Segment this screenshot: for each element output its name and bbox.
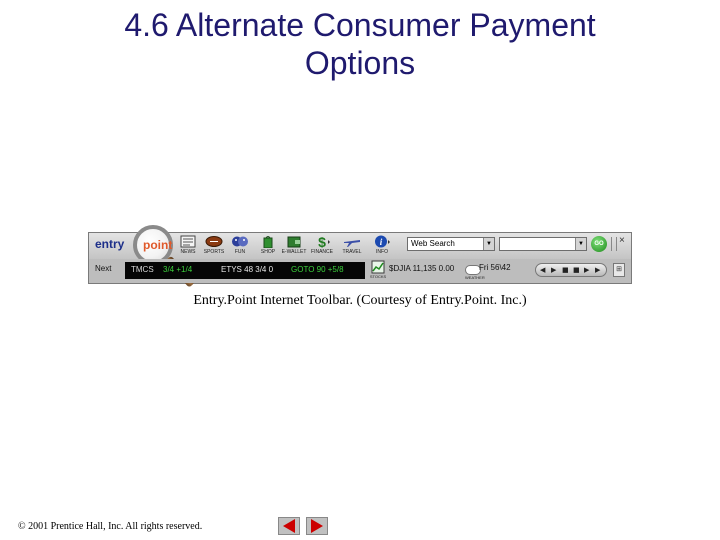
stop-icon[interactable]: ■ (562, 265, 569, 275)
info-label: INFO (376, 249, 388, 255)
rewind-icon[interactable]: ◀ (540, 265, 545, 275)
close-icon[interactable]: × (619, 235, 625, 246)
dow-index-readout: $DJIA 11,135 0.00 (389, 264, 455, 273)
football-icon (205, 236, 223, 247)
finance-label: FINANCE (311, 249, 333, 255)
search-history-chevron-down-icon[interactable]: ▼ (575, 238, 586, 250)
figure-caption: Entry.Point Internet Toolbar. (Courtesy … (193, 293, 527, 308)
stocks-chart-icon (371, 260, 385, 274)
pause-icon[interactable]: ■ (573, 265, 580, 275)
ticker-item: ETYS 48 3/4 0 (221, 265, 274, 274)
svg-text:$: $ (318, 235, 326, 248)
airplane-icon (344, 240, 360, 247)
stocks-button[interactable]: STOCKS (367, 260, 389, 282)
travel-button[interactable]: TRAVEL (337, 235, 367, 259)
forward-icon[interactable]: ▶ (584, 265, 589, 275)
next-slide-button[interactable] (306, 517, 328, 535)
logo-text: entry (95, 237, 125, 251)
ticker-next-button[interactable]: Next (95, 264, 111, 273)
finance-button[interactable]: $ FINANCE (307, 235, 337, 259)
weather-button[interactable]: Fri 56\42 WEATHER (465, 261, 521, 281)
copyright-footer: © 2001 Prentice Hall, Inc. All rights re… (18, 521, 203, 532)
fun-label: FUN (234, 249, 246, 255)
slide-title-line-2: Options (304, 45, 416, 81)
shopping-bag-icon (263, 236, 273, 248)
toolbar-grip-handle[interactable] (611, 237, 617, 251)
play-icon[interactable]: ▶ (551, 265, 556, 275)
logo-accent-text: point (143, 238, 173, 252)
e-wallet-button[interactable]: E-WALLET (279, 235, 309, 259)
newspaper-icon (180, 235, 196, 248)
slide-title: 4.6 Alternate Consumer Payment Options (60, 6, 660, 82)
toolbar-bottom-row: Next TMCS 3/4 +1/4 ETYS 48 3/4 0 GOTO 90… (89, 259, 631, 283)
left-arrow-icon (283, 519, 295, 533)
masks-icon (232, 236, 248, 247)
media-controls: ◀ ▶ ■ ■ ▶ ▶ (535, 263, 607, 277)
ticker-item: GOTO 90 +5/8 (291, 265, 344, 274)
search-engine-value: Web Search (411, 239, 455, 248)
go-button[interactable]: GO (591, 236, 607, 252)
previous-slide-button[interactable] (278, 517, 300, 535)
wallet-icon (287, 236, 301, 248)
search-engine-select[interactable]: Web Search ▼ (407, 237, 495, 251)
dollar-icon: $ (318, 235, 330, 248)
grid-icon[interactable]: ⊞ (613, 263, 625, 277)
ticker-item: TMCS (131, 265, 154, 274)
ticker-item: 3/4 +1/4 (163, 265, 193, 274)
e-wallet-label: E-WALLET (281, 249, 307, 255)
fast-forward-icon[interactable]: ▶ (595, 265, 600, 275)
slide-title-line-1: 4.6 Alternate Consumer Payment (124, 7, 596, 43)
travel-label: TRAVEL (342, 249, 362, 255)
weather-forecast: Fri 56\42 (479, 263, 511, 272)
info-button[interactable]: i INFO (367, 235, 397, 259)
weather-label: WEATHER (465, 275, 485, 280)
stock-ticker[interactable]: TMCS 3/4 +1/4 ETYS 48 3/4 0 GOTO 90 +5/8 (125, 262, 365, 279)
entrypoint-toolbar: entry point NEWS SPORTS FUN SHOP E-WALLE… (88, 225, 632, 288)
right-arrow-icon (311, 519, 323, 533)
entrypoint-logo: entry (95, 237, 124, 251)
fun-button[interactable]: FUN (225, 235, 255, 259)
stocks-label: STOCKS (369, 274, 387, 279)
toolbar-top-row: entry point NEWS SPORTS FUN SHOP E-WALLE… (89, 225, 631, 288)
search-input[interactable]: ▼ (499, 237, 587, 251)
info-icon: i (375, 235, 390, 248)
chevron-down-icon[interactable]: ▼ (483, 238, 494, 250)
